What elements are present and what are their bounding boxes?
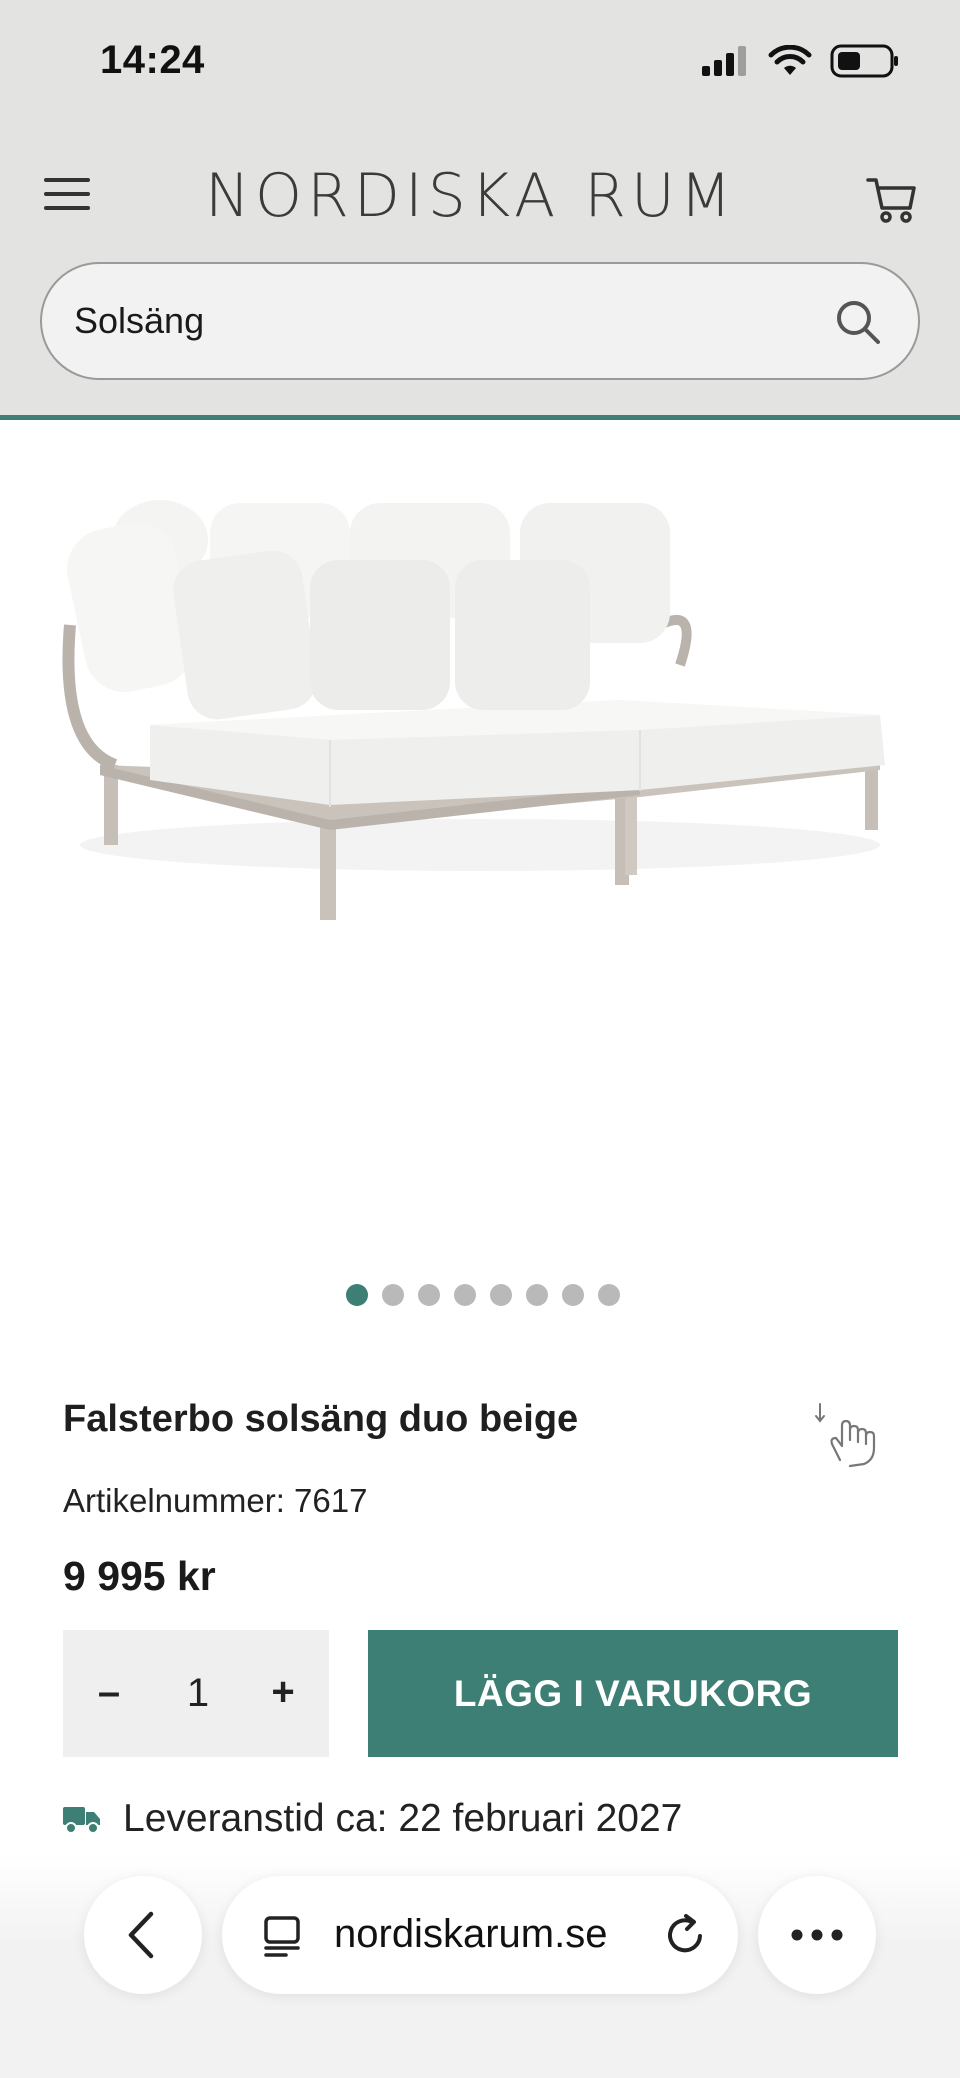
quantity-stepper: – + (63, 1630, 329, 1757)
status-time: 14:24 (100, 38, 205, 82)
search-icon[interactable] (834, 298, 882, 346)
logo-text: NORDISKA RUM (205, 161, 737, 231)
quantity-decrease-button[interactable]: – (79, 1660, 139, 1724)
back-button[interactable] (84, 1876, 202, 1994)
carousel-dot[interactable] (598, 1284, 620, 1306)
wifi-icon (768, 45, 812, 75)
address-bar[interactable]: nordiskarum.se (222, 1876, 738, 1994)
article-number: Artikelnummer: 7617 (63, 1482, 368, 1519)
delivery-info: Leveranstid ca: 22 februari 2027 (63, 1797, 682, 1841)
carousel-dot[interactable] (526, 1284, 548, 1306)
status-icons (702, 44, 900, 78)
site-header: 14:24 NORDISKA RUM (0, 0, 960, 420)
reload-icon[interactable] (662, 1912, 708, 1958)
carousel-dot[interactable] (454, 1284, 476, 1306)
url-text: nordiskarum.se (334, 1912, 608, 1956)
signal-icon (702, 46, 746, 76)
delivery-text: Leveranstid ca: 22 februari 2027 (123, 1797, 683, 1840)
shopping-cart-icon[interactable] (864, 170, 920, 226)
search-bar (40, 262, 920, 380)
status-bar: 14:24 (0, 0, 960, 130)
product-image[interactable] (0, 425, 960, 1275)
pinch-zoom-hand-icon (815, 1403, 876, 1468)
tab-icon (264, 1916, 300, 1957)
search-input[interactable] (74, 264, 814, 378)
battery-icon (830, 44, 898, 78)
product-title: Falsterbo solsäng duo beige (63, 1398, 579, 1440)
carousel-dot[interactable] (562, 1284, 584, 1306)
more-dots-icon (791, 1929, 843, 1941)
more-button[interactable] (758, 1876, 876, 1994)
daybed-image (62, 500, 885, 920)
carousel-dot[interactable] (382, 1284, 404, 1306)
chevron-left-icon (128, 1911, 154, 1959)
carousel-dot[interactable] (418, 1284, 440, 1306)
hamburger-menu-icon[interactable] (44, 178, 90, 214)
add-to-cart-button[interactable]: LÄGG I VARUKORG (368, 1630, 898, 1757)
logo[interactable]: NORDISKA RUM (205, 156, 737, 236)
nav-row: NORDISKA RUM (0, 150, 960, 250)
carousel-dots (0, 1284, 960, 1306)
truck-icon (63, 1807, 100, 1834)
carousel-dot[interactable] (490, 1284, 512, 1306)
carousel-dot[interactable] (346, 1284, 368, 1306)
quantity-input[interactable] (153, 1658, 243, 1728)
product-price: 9 995 kr (63, 1553, 216, 1599)
quantity-increase-button[interactable]: + (253, 1660, 313, 1724)
